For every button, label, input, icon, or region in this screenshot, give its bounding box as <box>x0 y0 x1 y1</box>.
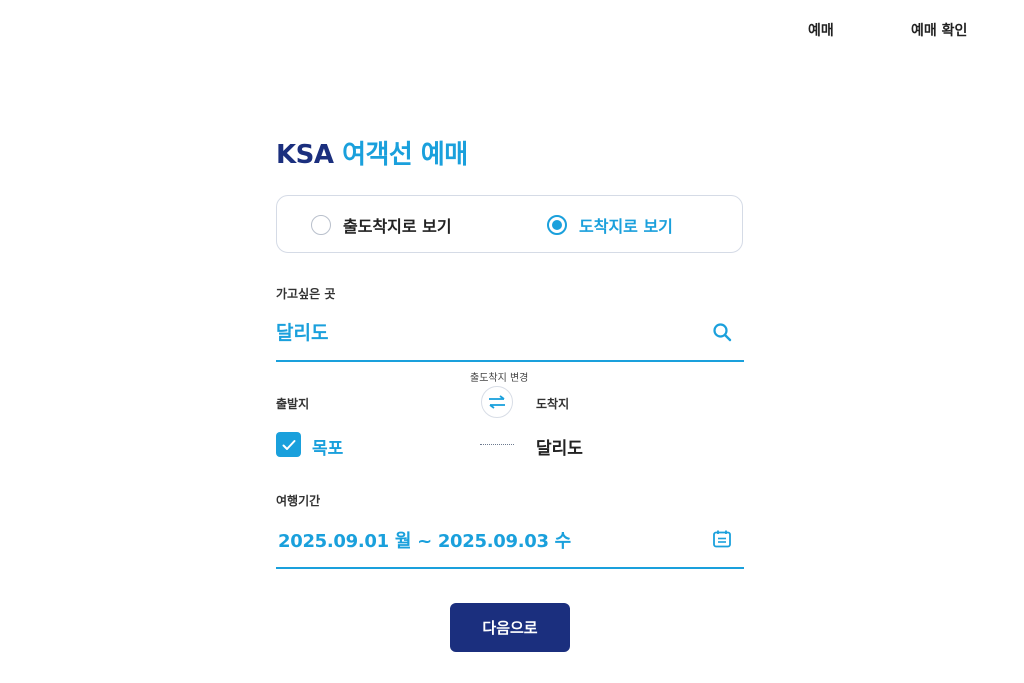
travel-period-label: 여행기간 <box>276 494 321 508</box>
swap-caption: 출도착지 변경 <box>470 373 529 384</box>
nav-booking-confirm-link[interactable]: 예매 확인 <box>911 20 967 40</box>
origin-label: 출발지 <box>276 397 310 411</box>
booking-page: 예매 예매 확인 KSA 여객선 예매 출도착지로 보기 도착지로 보기 가고싶… <box>0 0 1024 683</box>
calendar-icon[interactable] <box>712 529 732 549</box>
page-title: KSA 여객선 예매 <box>276 134 468 171</box>
next-button[interactable]: 다음으로 <box>450 603 570 652</box>
title-brand: KSA <box>276 140 334 170</box>
search-icon[interactable] <box>712 322 732 342</box>
destination-label: 가고싶은 곳 <box>276 287 336 301</box>
view-mode-selector: 출도착지로 보기 도착지로 보기 <box>276 195 743 253</box>
radio-option-label: 도착지로 보기 <box>579 217 673 236</box>
arrival-value: 달리도 <box>536 439 583 459</box>
top-nav: 예매 예매 확인 <box>0 20 1024 44</box>
radio-option-label: 출도착지로 보기 <box>343 217 452 236</box>
radio-button-selected[interactable] <box>547 215 567 235</box>
swap-route-button[interactable] <box>481 386 513 418</box>
radio-option-arrival[interactable]: 도착지로 보기 <box>547 196 673 254</box>
check-icon <box>282 439 295 450</box>
arrival-label: 도착지 <box>536 397 570 411</box>
swap-arrows-icon <box>489 395 505 409</box>
travel-period-field[interactable]: 2025.09.01 월 ~ 2025.09.03 수 <box>276 518 744 569</box>
destination-value: 달리도 <box>276 322 329 344</box>
travel-period-value: 2025.09.01 월 ~ 2025.09.03 수 <box>278 531 571 552</box>
nav-booking-link[interactable]: 예매 <box>808 20 834 40</box>
radio-button-unselected[interactable] <box>311 215 331 235</box>
route-connector <box>480 444 514 445</box>
origin-value[interactable]: 목포 <box>312 434 343 459</box>
destination-field[interactable]: 달리도 <box>276 312 744 362</box>
origin-checkbox[interactable] <box>276 432 301 457</box>
radio-option-departure-arrival[interactable]: 출도착지로 보기 <box>311 196 452 254</box>
title-subtitle: 여객선 예매 <box>342 140 468 170</box>
